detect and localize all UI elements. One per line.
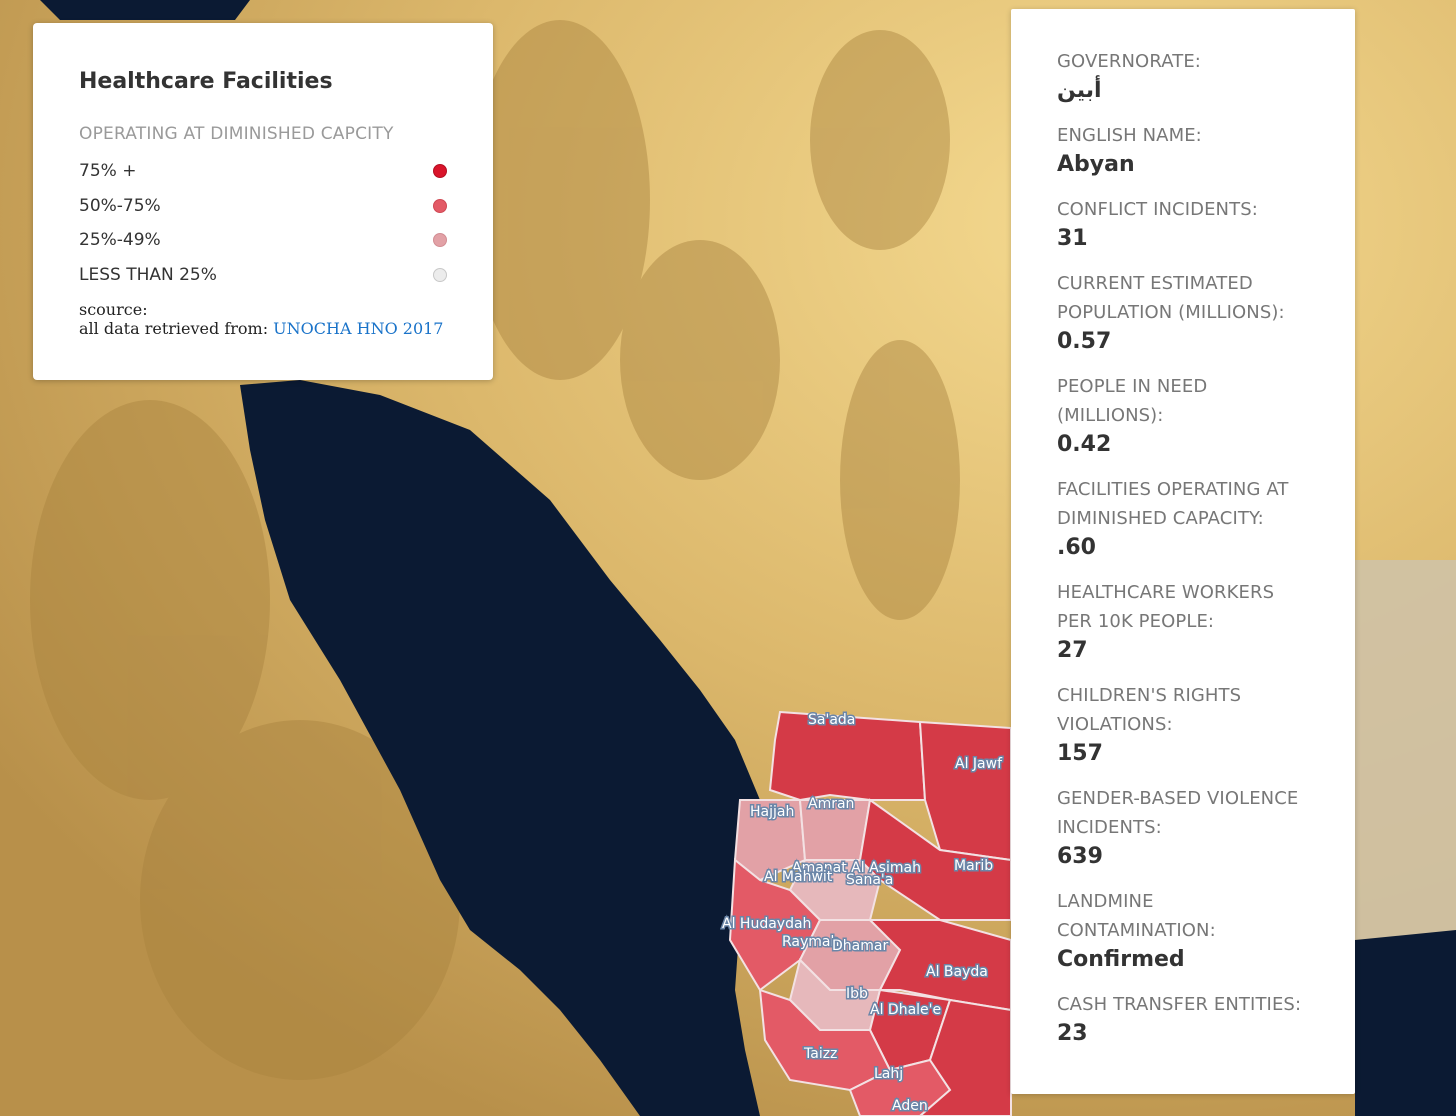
legend-item-label: 25%-49% xyxy=(79,230,161,251)
field-value: 23 xyxy=(1057,1021,1088,1046)
legend-panel: Healthcare Facilities OPERATING AT DIMIN… xyxy=(33,23,493,380)
legend-item: 75% + xyxy=(79,154,447,189)
map-label: Sana'a xyxy=(846,872,893,888)
map-label: Al Hudaydah xyxy=(722,916,811,932)
map-label: Al Mahwit xyxy=(764,869,833,885)
field-population: CURRENT ESTIMATED POPULATION (MILLIONS):… xyxy=(1057,269,1315,357)
legend-dot-icon xyxy=(433,198,447,213)
field-childrens-rights: CHILDREN'S RIGHTS VIOLATIONS: 157 xyxy=(1057,681,1315,769)
gulf-of-aden xyxy=(1355,930,1456,1116)
field-diminished-capacity: FACILITIES OPERATING AT DIMINISHED CAPAC… xyxy=(1057,475,1315,563)
field-landmine: LANDMINE CONTAMINATION: Confirmed xyxy=(1057,887,1315,975)
field-value: 157 xyxy=(1057,741,1103,766)
source-link[interactable]: UNOCHA HNO 2017 xyxy=(273,319,443,338)
field-value: Confirmed xyxy=(1057,947,1185,972)
map-label: Al Dhale'e xyxy=(870,1002,941,1018)
field-governorate: GOVERNORATE: أبين xyxy=(1057,47,1315,106)
field-label: HEALTHCARE WORKERS PER 10K PEOPLE: xyxy=(1057,582,1275,632)
legend-item: LESS THAN 25% xyxy=(79,258,447,293)
map-label: Al Bayda xyxy=(926,964,988,980)
field-value: 31 xyxy=(1057,226,1088,251)
right-desert xyxy=(1355,560,1456,940)
field-gbv-incidents: GENDER-BASED VIOLENCE INCIDENTS: 639 xyxy=(1057,784,1315,872)
field-label: FACILITIES OPERATING AT DIMINISHED CAPAC… xyxy=(1057,479,1289,529)
legend-dot-icon xyxy=(433,164,447,179)
field-value: 0.42 xyxy=(1057,432,1112,457)
legend-source: scource: all data retrieved from: UNOCHA… xyxy=(79,300,447,338)
legend-item-label: 50%-75% xyxy=(79,195,161,216)
map-label: Al Jawf xyxy=(955,756,1003,772)
field-label: ENGLISH NAME: xyxy=(1057,125,1202,146)
field-value: Abyan xyxy=(1057,152,1135,177)
field-people-in-need: PEOPLE IN NEED (MILLIONS): 0.42 xyxy=(1057,372,1315,460)
sea-top xyxy=(40,0,250,20)
source-label: scource: xyxy=(79,300,148,319)
field-label: GOVERNORATE: xyxy=(1057,51,1201,72)
legend-item-label: LESS THAN 25% xyxy=(79,264,217,285)
field-value: أبين xyxy=(1057,78,1102,103)
map-label: Ibb xyxy=(846,986,868,1002)
legend-item: 50%-75% xyxy=(79,189,447,224)
map-label: Lahj xyxy=(874,1066,903,1082)
source-text: all data retrieved from: xyxy=(79,319,269,338)
map-label: Marib xyxy=(954,858,993,874)
legend-dot-icon xyxy=(433,267,447,282)
field-label: PEOPLE IN NEED (MILLIONS): xyxy=(1057,376,1208,426)
field-value: 639 xyxy=(1057,844,1103,869)
field-value: .60 xyxy=(1057,535,1096,560)
governorate-info-panel: GOVERNORATE: أبين ENGLISH NAME: Abyan CO… xyxy=(1011,9,1355,1094)
field-conflict-incidents: CONFLICT INCIDENTS: 31 xyxy=(1057,195,1315,254)
map-label: Raymah xyxy=(782,934,839,950)
field-label: CHILDREN'S RIGHTS VIOLATIONS: xyxy=(1057,685,1242,735)
field-label: CONFLICT INCIDENTS: xyxy=(1057,199,1258,220)
legend-item: 25%-49% xyxy=(79,223,447,258)
map-label: Hajjah xyxy=(750,804,794,820)
field-label: CASH TRANSFER ENTITIES: xyxy=(1057,994,1302,1015)
legend-title: Healthcare Facilities xyxy=(79,69,333,94)
field-value: 0.57 xyxy=(1057,329,1112,354)
map-label: Dhamar xyxy=(832,938,888,954)
map-label: Taizz xyxy=(803,1046,837,1062)
legend-item-label: 75% + xyxy=(79,161,137,182)
legend-dot-icon xyxy=(433,233,447,248)
map-label: Aden xyxy=(892,1098,928,1114)
map-label: Sa'ada xyxy=(808,712,855,728)
field-healthcare-workers: HEALTHCARE WORKERS PER 10K PEOPLE: 27 xyxy=(1057,578,1315,666)
field-english-name: ENGLISH NAME: Abyan xyxy=(1057,121,1315,180)
map-label: Amran xyxy=(808,796,854,812)
source-line: all data retrieved from: UNOCHA HNO 2017 xyxy=(79,319,447,338)
field-label: LANDMINE CONTAMINATION: xyxy=(1057,891,1216,941)
field-label: GENDER-BASED VIOLENCE INCIDENTS: xyxy=(1057,788,1299,838)
legend-subtitle: OPERATING AT DIMINISHED CAPCITY xyxy=(79,124,394,144)
field-label: CURRENT ESTIMATED POPULATION (MILLIONS): xyxy=(1057,273,1285,323)
field-value: 27 xyxy=(1057,638,1088,663)
field-cash-transfer: CASH TRANSFER ENTITIES: 23 xyxy=(1057,990,1315,1049)
